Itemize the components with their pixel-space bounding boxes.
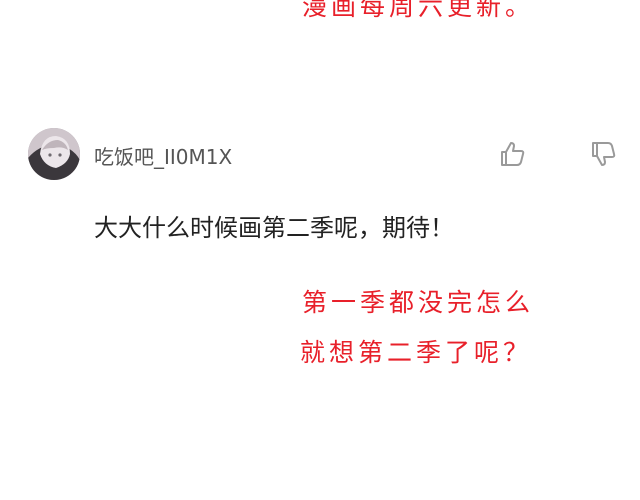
like-button[interactable] — [497, 139, 527, 169]
comment-username[interactable]: 吃饭吧_II0M1X — [94, 141, 232, 170]
thumbs-down-icon — [592, 142, 616, 166]
author-reply-line-1: 第一季都没完怎么 — [302, 288, 535, 317]
avatar-image — [28, 128, 80, 180]
author-reply-line-2: 就想第二季了呢？ — [300, 338, 533, 367]
comment-text: 大大什么时候画第二季呢，期待！ — [94, 214, 454, 242]
top-handwritten-note: 漫画每周六更新。 — [302, 0, 535, 21]
avatar[interactable] — [28, 128, 80, 180]
thumbs-up-icon — [501, 142, 525, 166]
dislike-button[interactable] — [588, 139, 618, 169]
